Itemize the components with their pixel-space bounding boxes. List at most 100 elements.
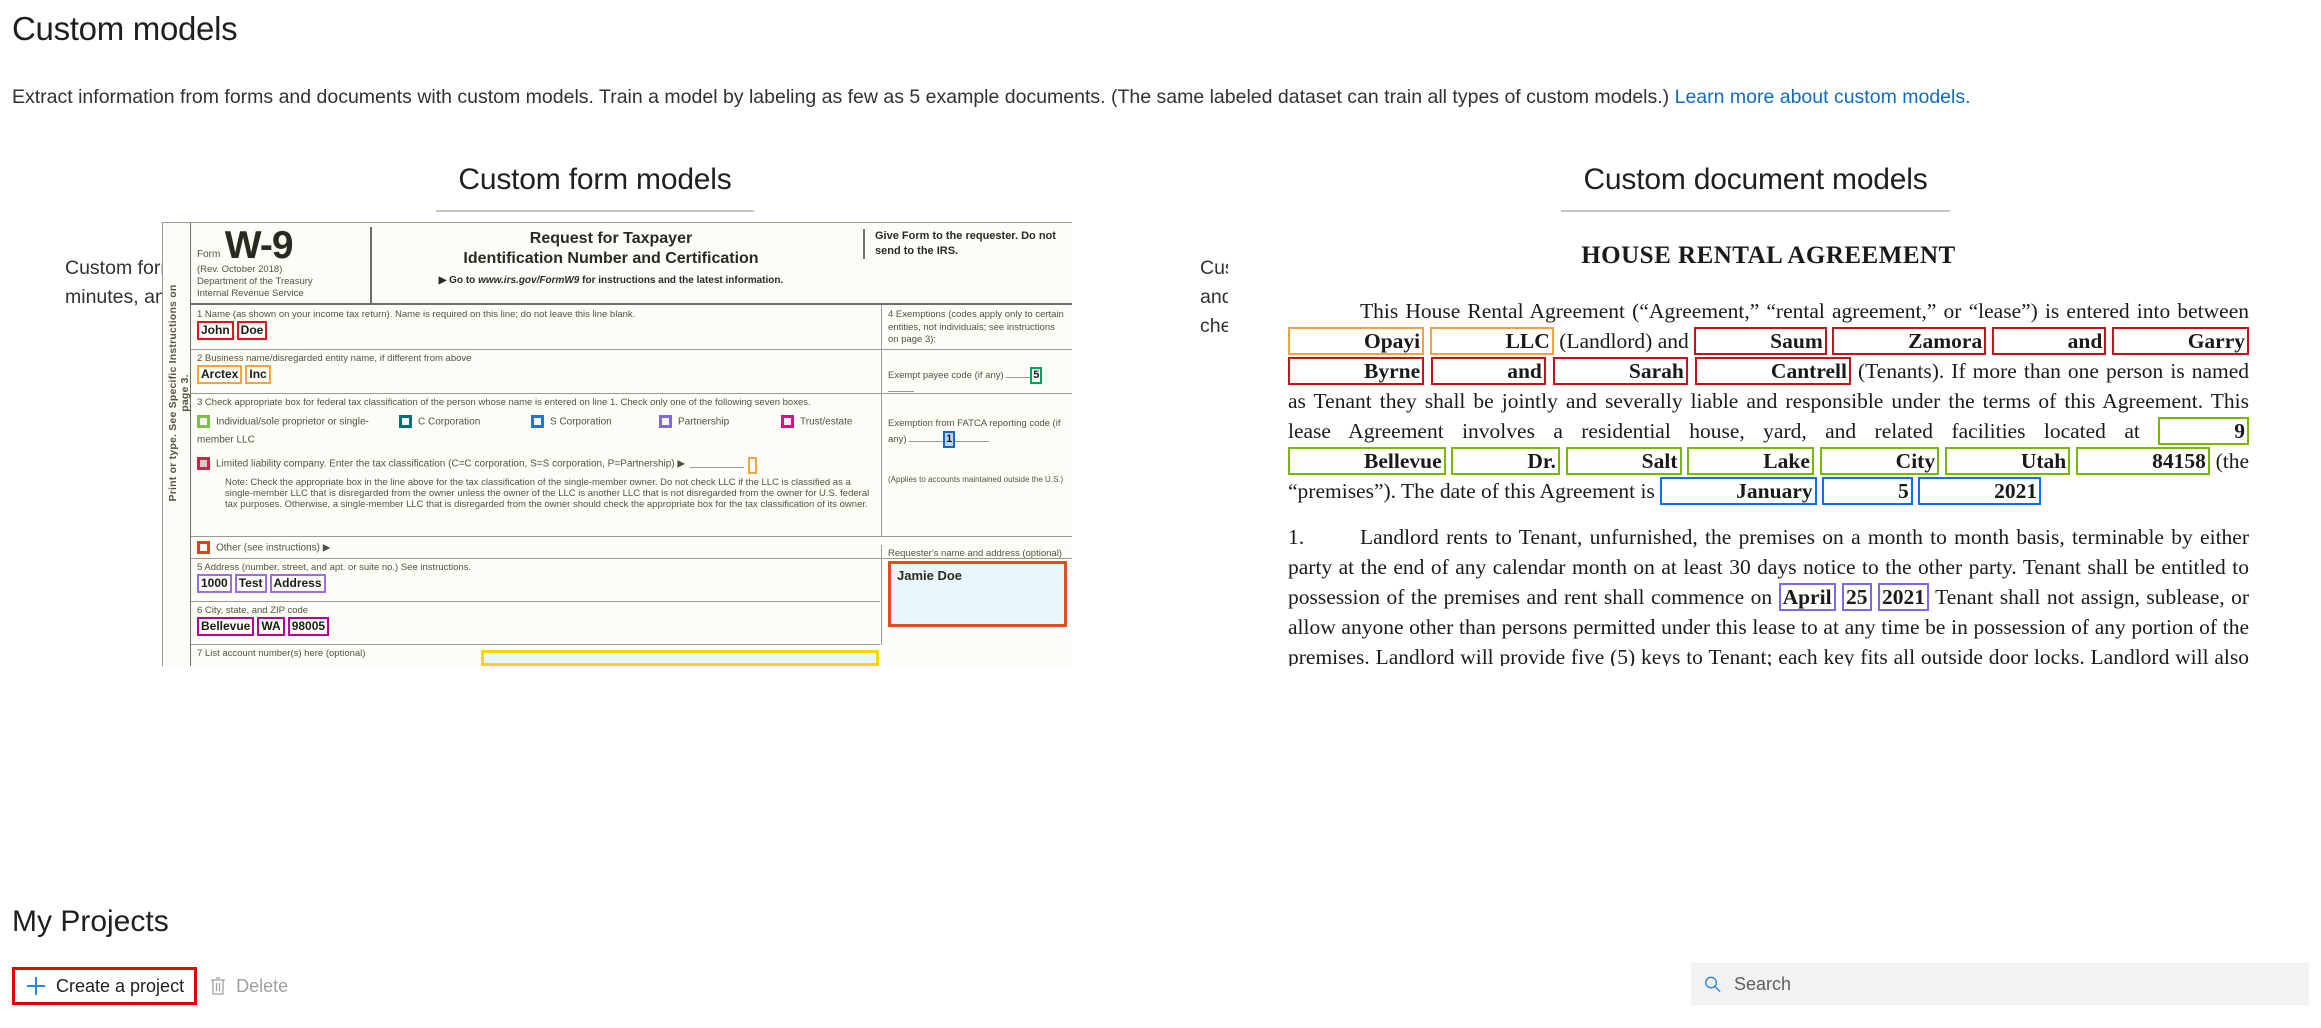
w9-requester-block: Requester's name and address (optional) …	[881, 545, 1072, 645]
w9-exempt-payee-value: 5	[1030, 366, 1043, 384]
w9-fatca-note: (Applies to accounts maintained outside …	[888, 474, 1064, 484]
w9-title-line2: Identification Number and Certification	[463, 250, 759, 267]
w9-label-tag: Arctex	[197, 365, 243, 384]
rental-date-tag: January	[1660, 477, 1817, 505]
w9-line5-values: 1000 Test Address	[191, 574, 880, 597]
w9-exemptions-label: 4 Exemptions (codes apply only to certai…	[888, 309, 1064, 345]
custom-form-models-header: Custom form models	[0, 150, 1190, 212]
w9-checkbox-label: S Corporation	[550, 416, 612, 428]
house-rental-agreement-sample-image: HOUSE RENTAL AGREEMENT This House Rental…	[1228, 222, 2309, 666]
rental-tenant-tag: Sarah	[1552, 357, 1688, 385]
rental-commence-tag: 25	[1842, 583, 1872, 611]
rental-date-tag: 5	[1822, 477, 1913, 505]
w9-line5-label: 5 Address (number, street, and apt. or s…	[197, 562, 472, 573]
w9-goto-line: ▶ Go to www.irs.gov/FormW9 for instructi…	[381, 275, 841, 286]
search-input[interactable]	[1732, 972, 2297, 996]
rental-tenant-tag: Cantrell	[1694, 357, 1851, 385]
rental-paragraph-2: 1. Landlord rents to Tenant, unfurnished,…	[1288, 522, 2249, 666]
checkbox-icon[interactable]	[659, 415, 672, 429]
w9-checkbox-label: Partnership	[678, 416, 730, 428]
rental-heading: HOUSE RENTAL AGREEMENT	[1581, 242, 1956, 269]
w9-form-number: W-9	[224, 224, 294, 267]
w9-checkbox-s-corporation[interactable]: S Corporation	[531, 413, 612, 431]
page-title: Custom models	[12, 10, 238, 47]
rental-commence-tag: 2021	[1878, 583, 1930, 611]
w9-label-tag: Inc	[245, 365, 271, 384]
projects-toolbar: Create a project Delete	[12, 967, 300, 1005]
w9-label-tag: 1000	[197, 574, 232, 593]
checkbox-icon[interactable]	[197, 541, 210, 555]
w9-header-left: Form W-9 (Rev. October 2018) Department …	[197, 224, 372, 305]
w9-exempt-payee-label: Exempt payee code (if any)	[888, 369, 1004, 381]
rental-commence-tag: April	[1778, 583, 1836, 611]
rental-paragraph-1: This House Rental Agreement (“Agreement,…	[1288, 296, 2249, 506]
rental-tenant-tag: and	[1991, 327, 2107, 355]
checkbox-icon[interactable]	[531, 415, 544, 429]
trash-icon	[211, 977, 226, 995]
w9-line6-row: 6 City, state, and ZIP code Bellevue WA 98…	[191, 602, 880, 645]
page-description: Extract information from forms and docum…	[12, 86, 1971, 109]
checkbox-icon[interactable]	[197, 415, 210, 429]
w9-checkbox-label: C Corporation	[418, 416, 481, 428]
w9-checkbox-trust-estate[interactable]: Trust/estate	[781, 413, 852, 431]
w9-exemptions-block: 4 Exemptions (codes apply only to certai…	[881, 305, 1072, 537]
rental-address-tag: 9	[2158, 417, 2249, 445]
w9-give-form-note: Give Form to the requester. Do not send …	[863, 229, 1063, 259]
rental-landlord-tag: LLC	[1429, 327, 1554, 355]
rental-address-tag: Salt	[1565, 447, 1682, 475]
w9-line6-label: 6 City, state, and ZIP code	[197, 605, 309, 616]
checkbox-icon[interactable]	[781, 415, 794, 429]
w9-checkbox-label: Individual/sole proprietor or single-mem…	[197, 416, 369, 446]
rental-tenant-tag: Byrne	[1288, 357, 1425, 385]
w9-llc-label: Limited liability company. Enter the tax…	[216, 458, 686, 470]
w9-label-tag: Doe	[236, 321, 268, 340]
w9-form-sample-image: Print or type. See Specific Instructions…	[162, 222, 1072, 666]
w9-label-tag: Test	[234, 574, 267, 593]
w9-note-text: Note: Check the appropriate box in the l…	[225, 477, 870, 510]
w9-goto-suffix: for instructions and the latest informat…	[579, 275, 784, 286]
learn-more-link[interactable]: Learn more about custom models.	[1675, 86, 1971, 108]
rental-date-tag: 2021	[1918, 477, 2042, 505]
w9-fatca-value: 1	[943, 430, 956, 448]
search-box[interactable]	[1691, 963, 2309, 1005]
w9-vertical-instructions: Print or type. See Specific Instructions…	[163, 223, 191, 666]
rental-address-tag: 84158	[2076, 447, 2210, 475]
checkbox-icon[interactable]	[399, 415, 412, 429]
rental-tenant-tag: Zamora	[1832, 327, 1987, 355]
w9-header: Form W-9 (Rev. October 2018) Department …	[191, 223, 1072, 305]
w9-checkbox-c-corporation[interactable]: C Corporation	[399, 413, 480, 431]
my-projects-title: My Projects	[12, 905, 169, 938]
w9-llc-blank	[689, 467, 744, 468]
rental-tenant-tag: and	[1431, 357, 1546, 385]
w9-checkbox-label: Trust/estate	[800, 416, 853, 428]
w9-checkbox-partnership[interactable]: Partnership	[659, 413, 729, 431]
custom-document-models-header: Custom document models	[1190, 150, 2321, 212]
create-a-project-button[interactable]: Create a project	[12, 967, 198, 1005]
w9-llc-value-tag	[748, 457, 758, 474]
w9-fatca-row: Exemption from FATCA reporting code (if …	[888, 418, 1067, 448]
rental-address-tag: Utah	[1944, 447, 2071, 475]
rental-address-tag: Lake	[1687, 447, 1814, 475]
w9-line5-row: 5 Address (number, street, and apt. or s…	[191, 559, 880, 602]
delete-button[interactable]: Delete	[197, 967, 300, 1005]
rental-p1-intro: This House Rental Agreement (“Agreement,…	[1360, 299, 2249, 323]
custom-form-models-heading: Custom form models	[436, 163, 754, 212]
w9-exempt-payee-row: Exempt payee code (if any) 5	[888, 366, 1067, 397]
rental-address-tag: Bellevue	[1288, 447, 1446, 475]
checkbox-icon[interactable]	[197, 457, 210, 471]
w9-requester-value: Jamie Doe	[888, 561, 1067, 627]
w9-title-line1: Request for Taxpayer	[529, 230, 693, 247]
custom-document-models-heading: Custom document models	[1561, 163, 1950, 212]
rental-address-tag: City	[1819, 447, 1940, 475]
w9-department-line2: Internal Revenue Service	[197, 288, 304, 300]
w9-header-title: Request for Taxpayer Identification Numb…	[381, 229, 841, 286]
rental-p2-number: 1.	[1288, 525, 1305, 549]
w9-department-line1: Department of the Treasury	[197, 276, 313, 288]
w9-checkbox-individual[interactable]: Individual/sole proprietor or single-mem…	[197, 413, 387, 449]
w9-label-tag: 98005	[287, 617, 330, 636]
w9-requester-label: Requester's name and address (optional)	[888, 548, 1062, 559]
rental-tenant-tag: Garry	[2111, 327, 2249, 355]
w9-label-tag: Bellevue	[197, 617, 255, 636]
w9-other-label: Other (see instructions) ▶	[216, 542, 331, 554]
page-description-text: Extract information from forms and docum…	[12, 86, 1675, 108]
